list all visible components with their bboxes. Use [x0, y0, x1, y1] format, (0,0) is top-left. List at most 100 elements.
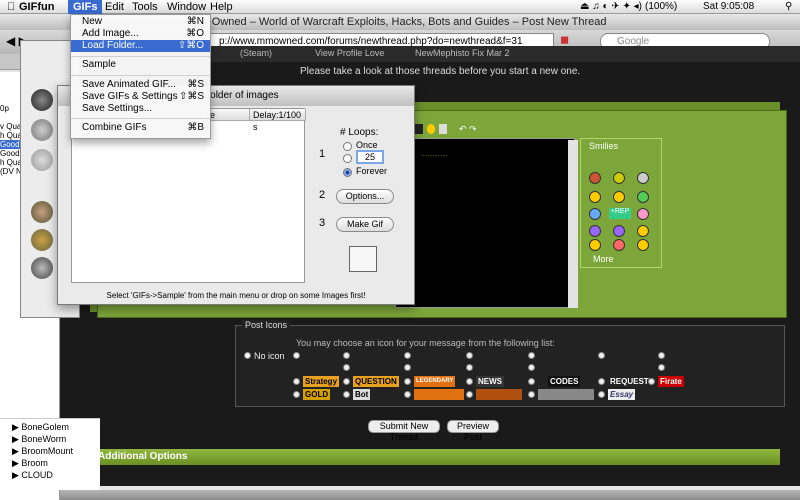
menu-tools[interactable]: Tools [127, 0, 163, 14]
textarea-scrollbar[interactable] [568, 140, 578, 308]
spotlight-icon[interactable]: ⚲ [785, 0, 792, 14]
request-badge[interactable]: REQUEST [608, 376, 651, 387]
rep-smiley-icon[interactable]: +REP [609, 208, 631, 219]
post-icon-radio[interactable] [404, 352, 411, 359]
smiley-icon[interactable] [589, 208, 601, 220]
tree-item[interactable]: ▶ BroomMount [12, 445, 73, 457]
post-icon-radio[interactable] [293, 378, 300, 385]
menu-item-load-folder[interactable]: Load Folder... ⇧⌘O [71, 40, 210, 52]
smiley-icon[interactable] [613, 191, 625, 203]
essay-badge[interactable]: Essay [608, 389, 636, 400]
bot-badge[interactable]: Bot [353, 389, 371, 400]
thumbnail-image[interactable] [31, 149, 53, 171]
forum-tab[interactable]: NewMephisto Fix Mar 2 [415, 48, 510, 58]
post-icon-radio[interactable] [466, 391, 473, 398]
thumbnail-image[interactable] [31, 257, 53, 279]
loop-forever-radio[interactable] [343, 168, 352, 177]
codes-badge[interactable]: CODES [548, 376, 581, 387]
post-icon-radio[interactable] [404, 391, 411, 398]
post-icon-badge[interactable] [414, 389, 464, 400]
make-gif-button[interactable]: Make Gif [336, 217, 394, 232]
post-icon-badge[interactable] [538, 389, 594, 400]
post-icon-radio[interactable] [528, 378, 535, 385]
smiley-icon[interactable] [637, 239, 649, 251]
menu-item-save-settings[interactable]: Save Settings... [71, 103, 210, 115]
post-icon-radio[interactable] [658, 364, 665, 371]
smiley-icon[interactable] [613, 225, 625, 237]
post-icon-radio[interactable] [598, 378, 605, 385]
smiley-icon[interactable] [637, 225, 649, 237]
smiley-icon[interactable] [637, 191, 649, 203]
post-icon-radio[interactable] [528, 391, 535, 398]
post-icon-radio[interactable] [648, 378, 655, 385]
loop-once-radio[interactable] [343, 142, 352, 151]
column-header-delay[interactable]: Delay:1/100 s [250, 109, 306, 132]
forum-tab[interactable]: (Steam) [240, 48, 272, 58]
tree-item[interactable]: ▶ BoneWorm [12, 433, 66, 445]
message-textarea[interactable] [395, 138, 575, 308]
menu-item-combine-gifs[interactable]: Combine GIFs ⌘B [71, 122, 210, 134]
rss-icon[interactable]: ◼ [560, 33, 569, 46]
menu-item-new[interactable]: New ⌘N [71, 16, 210, 28]
post-icon-radio[interactable] [293, 391, 300, 398]
question-badge[interactable]: QUESTION [353, 376, 399, 387]
menu-edit[interactable]: Edit [100, 0, 129, 14]
smiley-icon[interactable] [613, 172, 625, 184]
submit-new-thread-button[interactable]: Submit New Thread [368, 420, 440, 442]
legendary-badge[interactable]: LEGENDARY [414, 376, 456, 387]
menu-help[interactable]: Help [205, 0, 238, 14]
menu-item-save-animated-gif[interactable]: Save Animated GIF... ⌘S [71, 79, 210, 91]
post-icon-radio[interactable] [343, 391, 350, 398]
news-badge[interactable]: NEWS [476, 376, 504, 387]
thumbnail-image[interactable] [31, 229, 53, 251]
post-icon-badge[interactable] [476, 389, 522, 400]
preview-post-button[interactable]: Preview Post [447, 420, 499, 442]
smiley-icon[interactable] [637, 172, 649, 184]
tree-item[interactable]: ▶ BoneGolem [12, 421, 69, 433]
post-icon-radio[interactable] [343, 378, 350, 385]
status-icons[interactable]: ⏏ ♫ ◐ ✈ ✦ ◂) [580, 0, 642, 14]
menubar-clock[interactable]: Sat 9:05:08 [703, 0, 754, 14]
post-icon-radio[interactable] [293, 352, 300, 359]
disclosure-triangle-icon[interactable]: ▶ [12, 470, 21, 480]
post-icon-radio[interactable] [598, 352, 605, 359]
menu-item-add-image[interactable]: Add Image... ⌘O [71, 28, 210, 40]
options-button[interactable]: Options... [336, 189, 394, 204]
app-menu-giffun[interactable]: GIFfun [14, 0, 59, 14]
menu-gifs[interactable]: GIFs [68, 0, 103, 14]
forum-tab[interactable]: View Profile Love [315, 48, 384, 58]
post-icon-radio[interactable] [658, 352, 665, 359]
tree-item[interactable]: ▶ CLOUD [12, 469, 53, 481]
post-icon-radio[interactable] [466, 364, 473, 371]
post-icon-radio[interactable] [404, 378, 411, 385]
thumbnail-image[interactable] [31, 119, 53, 141]
smiley-icon[interactable] [589, 191, 601, 203]
smiley-icon[interactable] [589, 172, 601, 184]
smiley-icon[interactable] [613, 239, 625, 251]
loop-count-field[interactable]: 25 [356, 150, 384, 164]
loop-count-radio[interactable] [343, 154, 352, 163]
disclosure-triangle-icon[interactable]: ▶ [12, 434, 21, 444]
thumbnail-image[interactable] [31, 201, 53, 223]
post-icon-radio[interactable] [343, 364, 350, 371]
disclosure-triangle-icon[interactable]: ▶ [12, 422, 21, 432]
post-icon-radio[interactable] [343, 352, 350, 359]
post-icon-radio[interactable] [466, 352, 473, 359]
menu-item-sample[interactable]: Sample [71, 59, 210, 71]
disclosure-triangle-icon[interactable]: ▶ [12, 446, 21, 456]
no-icon-radio[interactable] [244, 352, 251, 359]
post-icon-radio[interactable] [598, 391, 605, 398]
tree-item[interactable]: ▶ Broom [12, 457, 48, 469]
pirate-badge[interactable]: Firate [658, 376, 684, 387]
post-icon-radio[interactable] [466, 378, 473, 385]
post-icon-radio[interactable] [404, 364, 411, 371]
smilies-more-link[interactable]: More [593, 254, 614, 264]
smiley-icon[interactable] [589, 225, 601, 237]
gold-badge[interactable]: GOLD [303, 389, 331, 400]
thumbnail-image[interactable] [31, 89, 53, 111]
post-icon-radio[interactable] [528, 364, 535, 371]
smiley-icon[interactable] [589, 239, 601, 251]
strategy-badge[interactable]: Strategy [303, 376, 340, 387]
menu-window[interactable]: Window [162, 0, 211, 14]
post-icon-radio[interactable] [528, 352, 535, 359]
